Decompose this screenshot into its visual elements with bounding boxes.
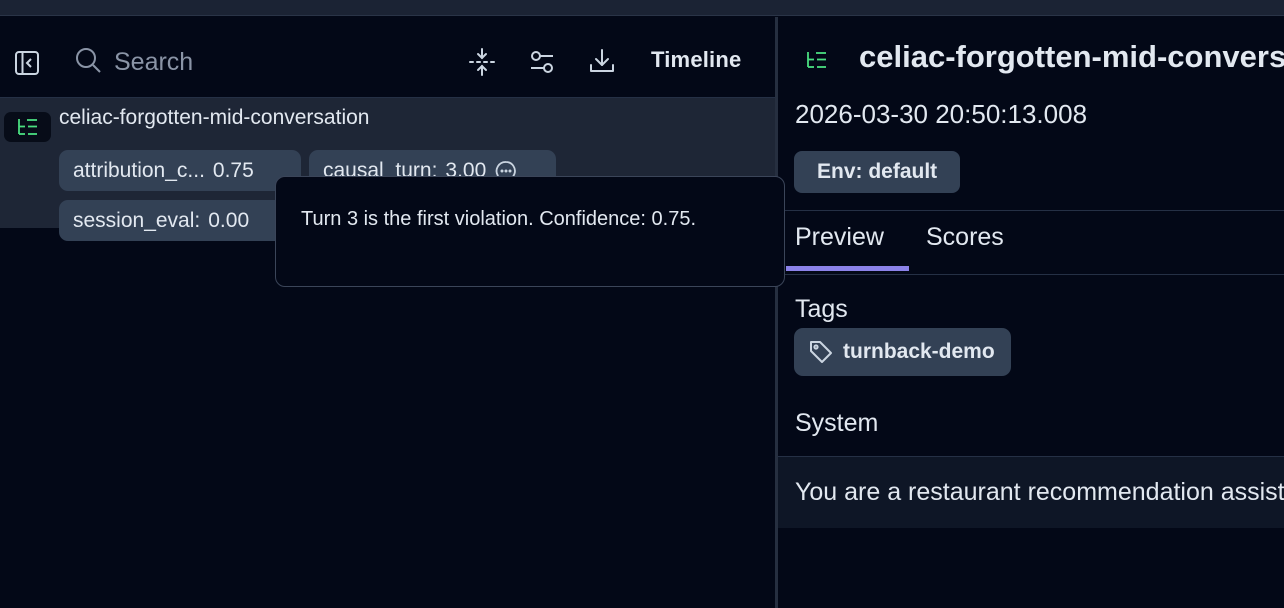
tag-label: turnback-demo	[843, 340, 995, 363]
trace-tree-icon	[806, 51, 828, 74]
detail-title: celiac-forgotten-mid-conversation	[859, 39, 1284, 74]
system-message: You are a restaurant recommendation assi…	[778, 456, 1284, 528]
score-chip-attribution[interactable]: attribution_c... 0.75	[59, 150, 301, 191]
score-value: 0.00	[208, 208, 250, 232]
tags-label: Tags	[795, 295, 848, 323]
score-comment-tooltip: Turn 3 is the first violation. Confidenc…	[275, 176, 785, 287]
score-chip-session-eval[interactable]: session_eval: 0.00	[59, 200, 299, 241]
filter-sliders-icon[interactable]	[529, 48, 555, 76]
tab-preview[interactable]: Preview	[795, 223, 884, 252]
trace-toolbar: Timeline	[0, 17, 775, 98]
score-value: 0.75	[212, 158, 254, 182]
env-badge: Env: default	[794, 151, 961, 193]
window-top-bar	[0, 0, 1284, 16]
detail-tabs: Preview Scores	[778, 210, 1284, 275]
download-icon[interactable]	[588, 47, 616, 75]
trace-name: celiac-forgotten-mid-conversation	[59, 106, 370, 129]
detail-timestamp: 2026-03-30 20:50:13.008	[795, 99, 1088, 129]
active-tab-indicator	[786, 266, 909, 271]
search-box[interactable]	[74, 45, 374, 79]
trace-list-pane: Timeline celiac-forgotten-mid-conversati…	[0, 17, 775, 608]
score-key: session_eval:	[73, 208, 201, 232]
tooltip-text: Turn 3 is the first violation. Confidenc…	[301, 208, 697, 230]
tag-chip[interactable]: turnback-demo	[794, 328, 1011, 376]
collapse-arrows-icon[interactable]	[468, 48, 496, 76]
search-input[interactable]	[114, 47, 374, 77]
search-icon	[74, 46, 102, 79]
timeline-button[interactable]: Timeline	[651, 47, 741, 73]
tab-scores[interactable]: Scores	[926, 223, 1004, 252]
trace-detail-pane: celiac-forgotten-mid-conversation 2026-0…	[778, 17, 1284, 608]
tag-icon	[808, 339, 834, 365]
score-key: attribution_c...	[73, 158, 205, 182]
trace-tree-icon	[4, 112, 51, 142]
system-label: System	[795, 409, 879, 437]
sidebar-collapse-icon[interactable]	[14, 50, 40, 76]
system-text: You are a restaurant recommendation assi…	[795, 478, 1284, 506]
